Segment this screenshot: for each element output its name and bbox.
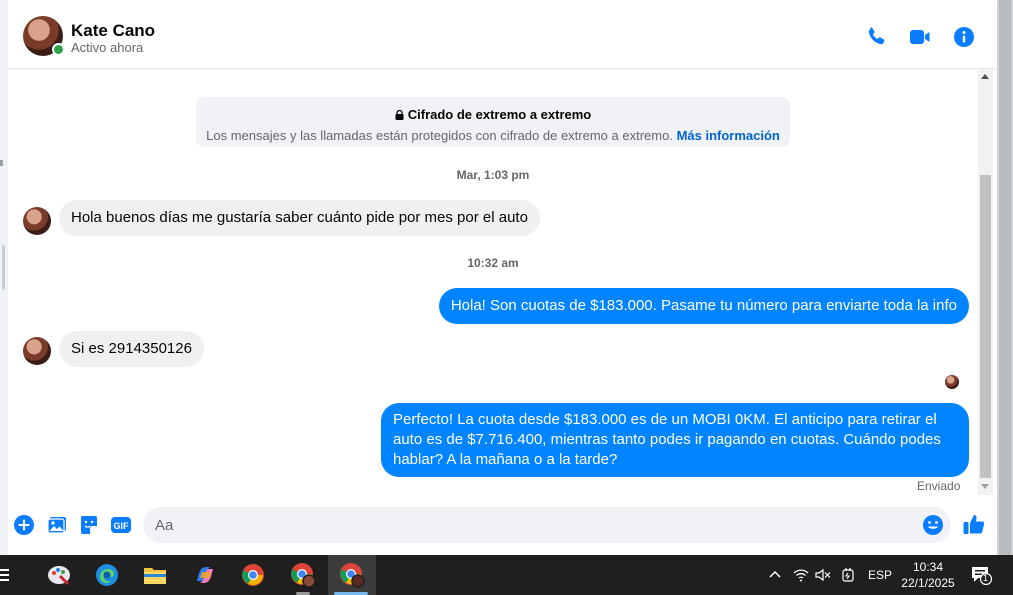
message-composer: GIF <box>8 495 997 555</box>
chrome-profile-icon[interactable] <box>280 555 326 595</box>
file-explorer-icon[interactable] <box>132 555 178 595</box>
message-input[interactable] <box>143 507 951 543</box>
copilot-icon[interactable] <box>182 555 228 595</box>
contact-status: Activo ahora <box>71 40 144 55</box>
clock-date: 22/1/2025 <box>901 576 955 590</box>
taskbar-clock[interactable]: 10:34 22/1/2025 <box>895 559 961 591</box>
encryption-title-row: Cifrado de extremo a extremo <box>395 107 592 122</box>
clock-time: 10:34 <box>912 560 944 574</box>
timestamp-divider: 10:32 am <box>467 256 519 270</box>
task-view-icon[interactable] <box>0 555 18 595</box>
windows-taskbar: ESP 10:34 22/1/2025 1 <box>0 555 1013 595</box>
seen-receipt-avatar <box>945 375 959 389</box>
contact-name[interactable]: Kate Cano <box>71 21 155 41</box>
lock-icon <box>395 109 404 120</box>
sender-avatar[interactable] <box>23 207 51 235</box>
thumbs-up-icon[interactable] <box>962 512 986 536</box>
gif-icon[interactable]: GIF <box>110 514 132 536</box>
sticker-icon[interactable] <box>78 514 100 536</box>
info-icon[interactable] <box>952 25 976 49</box>
chrome-icon[interactable] <box>230 555 276 595</box>
incoming-message[interactable]: Si es 2914350126 <box>59 331 204 367</box>
scroll-up-arrow-icon[interactable] <box>981 74 989 79</box>
chat-header: Kate Cano Activo ahora <box>8 3 997 69</box>
window-scrollbar[interactable] <box>997 0 1013 555</box>
outgoing-message[interactable]: Perfecto! La cuota desde $183.000 es de … <box>381 403 969 477</box>
message-scrollbar[interactable] <box>978 70 993 495</box>
encryption-text-row: Los mensajes y las llamadas están proteg… <box>196 128 790 143</box>
edge-handle[interactable] <box>2 245 5 290</box>
message-list[interactable]: Cifrado de extremo a extremo Los mensaje… <box>8 70 978 495</box>
notification-center-icon[interactable]: 1 <box>970 565 994 587</box>
video-call-icon[interactable] <box>908 25 932 49</box>
sender-avatar[interactable] <box>23 337 51 365</box>
notification-count: 1 <box>983 573 989 583</box>
outgoing-message[interactable]: Hola! Son cuotas de $183.000. Pasame tu … <box>438 288 969 324</box>
sent-status: Enviado <box>917 479 961 493</box>
plus-icon[interactable] <box>13 514 35 536</box>
left-window-edge <box>0 0 8 555</box>
chevron-up-icon[interactable] <box>768 567 782 584</box>
encryption-text: Los mensajes y las llamadas están proteg… <box>206 127 673 143</box>
online-indicator <box>52 43 65 56</box>
chrome-active-profile-icon[interactable] <box>328 555 376 595</box>
language-indicator[interactable]: ESP <box>868 568 892 582</box>
speaker-muted-icon[interactable] <box>815 568 831 585</box>
paint-app-icon[interactable] <box>36 555 82 595</box>
incoming-message[interactable]: Hola buenos días me gustaría saber cuánt… <box>59 200 540 236</box>
wifi-icon[interactable] <box>793 568 809 585</box>
phone-call-icon[interactable] <box>864 25 888 49</box>
edge-browser-icon[interactable] <box>84 555 130 595</box>
messenger-window: Kate Cano Activo ahora Cifrado de extrem… <box>0 0 1013 555</box>
more-info-link[interactable]: Más información <box>677 128 780 143</box>
edge-tick <box>0 160 3 166</box>
encryption-title: Cifrado de extremo a extremo <box>407 107 592 122</box>
emoji-icon[interactable] <box>922 514 944 536</box>
timestamp-divider: Mar, 1:03 pm <box>456 168 530 182</box>
window-scrollbar-thumb[interactable] <box>999 0 1011 555</box>
photo-icon[interactable] <box>46 514 68 536</box>
battery-plug-icon[interactable] <box>841 567 855 586</box>
scroll-down-arrow-icon[interactable] <box>981 484 989 489</box>
contact-avatar[interactable] <box>23 16 65 56</box>
svg-text:GIF: GIF <box>114 521 130 531</box>
scrollbar-thumb[interactable] <box>980 175 991 478</box>
encryption-notice: Cifrado de extremo a extremo Los mensaje… <box>196 97 790 147</box>
